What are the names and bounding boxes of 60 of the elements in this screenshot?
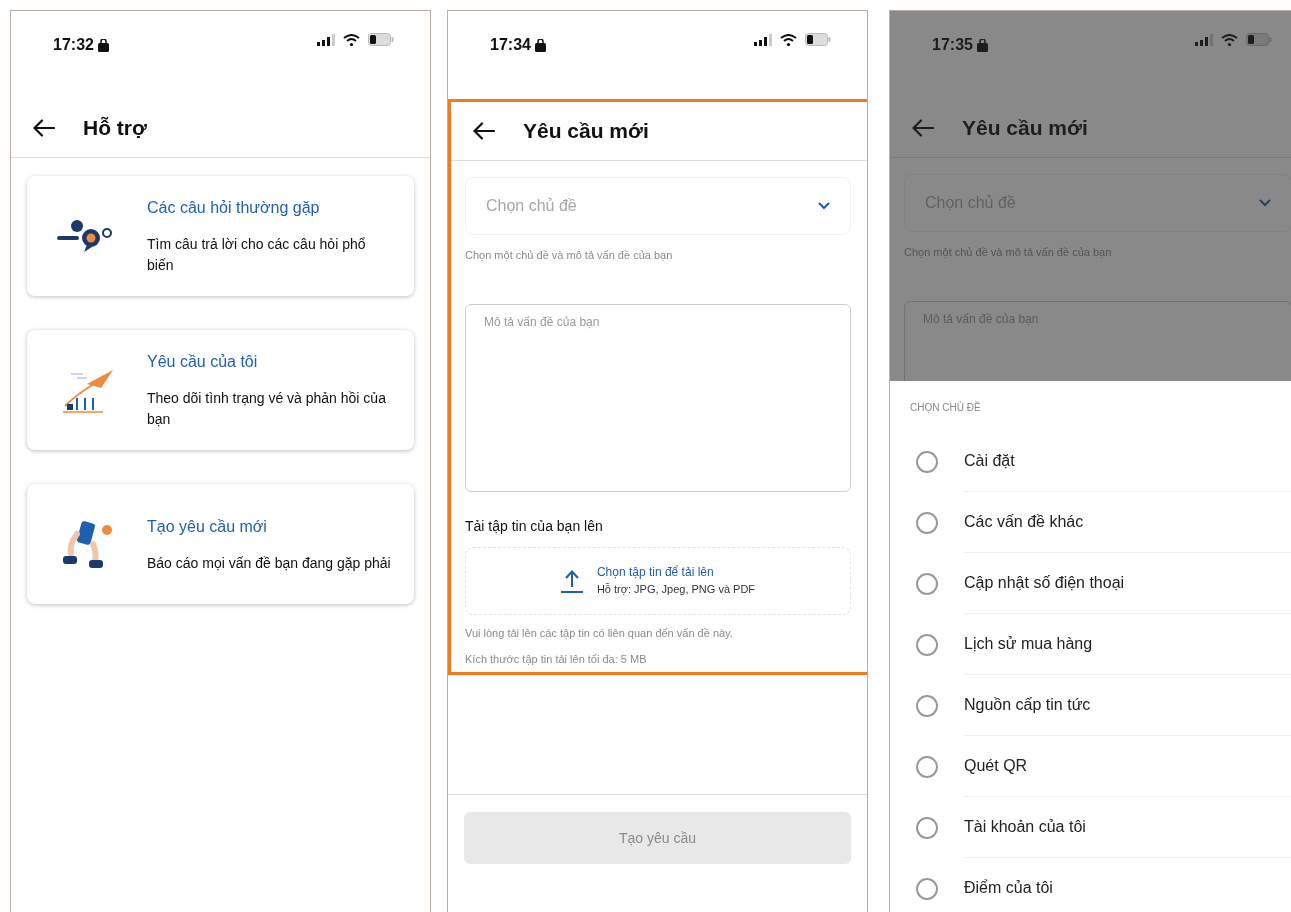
chevron-down-icon — [818, 202, 830, 210]
signal-icon — [1195, 33, 1213, 46]
status-time: 17:35 — [932, 35, 973, 55]
chevron-down-icon — [1259, 199, 1271, 207]
radio-button[interactable] — [916, 450, 938, 473]
wifi-icon — [780, 33, 797, 46]
radio-button[interactable] — [916, 816, 938, 839]
topic-option[interactable]: Lịch sử mua hàng — [890, 614, 1291, 675]
bag-icon — [97, 38, 109, 52]
radio-button[interactable] — [916, 572, 938, 595]
upload-icon — [560, 568, 583, 593]
description-field[interactable]: Mô tả vấn đề của bạn — [465, 303, 851, 492]
battery-icon — [368, 33, 394, 46]
battery-icon — [805, 33, 831, 46]
radio-button[interactable] — [916, 694, 938, 717]
wifi-icon — [343, 33, 360, 46]
topic-option[interactable]: Cài đặt — [890, 431, 1291, 492]
radio-button[interactable] — [916, 755, 938, 778]
upload-area[interactable]: Chọn tập tin để tải lên Hỗ trợ: JPG, Jpeg, PNG và PDF — [465, 546, 851, 615]
card-description: Tìm câu trả lời cho các câu hỏi phổ biến — [147, 235, 367, 275]
screen-title: Hỗ trợ — [83, 115, 147, 142]
back-arrow-icon — [473, 122, 495, 140]
card-title: Tạo yêu cầu mới — [147, 516, 268, 537]
upload-note: Vui lòng tải lên các tập tin có liên quan đến vấn đề này. — [465, 625, 734, 641]
card-title: Các câu hỏi thường gặp — [147, 198, 321, 218]
bag-icon — [976, 38, 988, 52]
support-card[interactable]: Các câu hỏi thường gặp Tìm câu trả lời cho các câu hỏi phổ biến — [27, 176, 414, 296]
topic-option[interactable]: Nguồn cấp tin tức — [890, 675, 1291, 736]
status-time: 17:32 — [53, 35, 94, 55]
topic-option[interactable]: Các vấn đề khác — [890, 492, 1291, 553]
helper-text: Chọn một chủ đề và mô tả vấn đề của bạn — [465, 248, 674, 263]
topic-option[interactable]: Quét QR — [890, 736, 1291, 797]
card-title: Yêu cầu của tôi — [147, 352, 259, 372]
topic-option[interactable]: Tài khoản của tôi — [890, 797, 1291, 858]
topic-option[interactable]: Cập nhật số điện thoại — [890, 553, 1291, 614]
support-card[interactable]: Tạo yêu cầu mới Báo cáo mọi vấn đề bạn đang gặp phải — [27, 484, 414, 604]
back-arrow-icon — [912, 119, 934, 137]
bag-icon — [534, 38, 546, 52]
signal-icon — [317, 33, 335, 46]
radio-button[interactable] — [916, 633, 938, 656]
topic-option[interactable]: Điểm của tôi — [890, 858, 1291, 912]
back-button[interactable] — [473, 122, 495, 140]
radio-button[interactable] — [916, 877, 938, 900]
upload-link[interactable]: Chọn tập tin để tải lên — [596, 563, 756, 582]
battery-icon — [1246, 33, 1272, 46]
back-button[interactable] — [33, 119, 55, 137]
upload-note: Kích thước tập tin tải lên tối đa: 5 MB — [465, 652, 648, 667]
sheet-heading: CHỌN CHỦ ĐỀ — [909, 400, 982, 415]
supported-formats: Hỗ trợ: JPG, Jpeg, PNG và PDF — [596, 582, 756, 598]
radio-button[interactable] — [916, 511, 938, 534]
status-time: 17:34 — [490, 35, 531, 55]
signal-icon — [754, 33, 772, 46]
back-arrow-icon — [33, 119, 55, 137]
card-description: Báo cáo mọi vấn đề bạn đang gặp phải — [147, 553, 391, 573]
support-card[interactable]: Yêu cầu của tôi Theo dõi tình trạng vé và phản hồi của bạn — [27, 330, 414, 450]
card-description: Theo dõi tình trạng vé và phản hồi của bạn — [147, 389, 387, 429]
wifi-icon — [1221, 33, 1238, 46]
upload-label: Tải tập tin của bạn lên — [465, 516, 604, 536]
screen-title: Yêu cầu mới — [962, 115, 1088, 142]
screen-title: Yêu cầu mới — [523, 118, 649, 145]
